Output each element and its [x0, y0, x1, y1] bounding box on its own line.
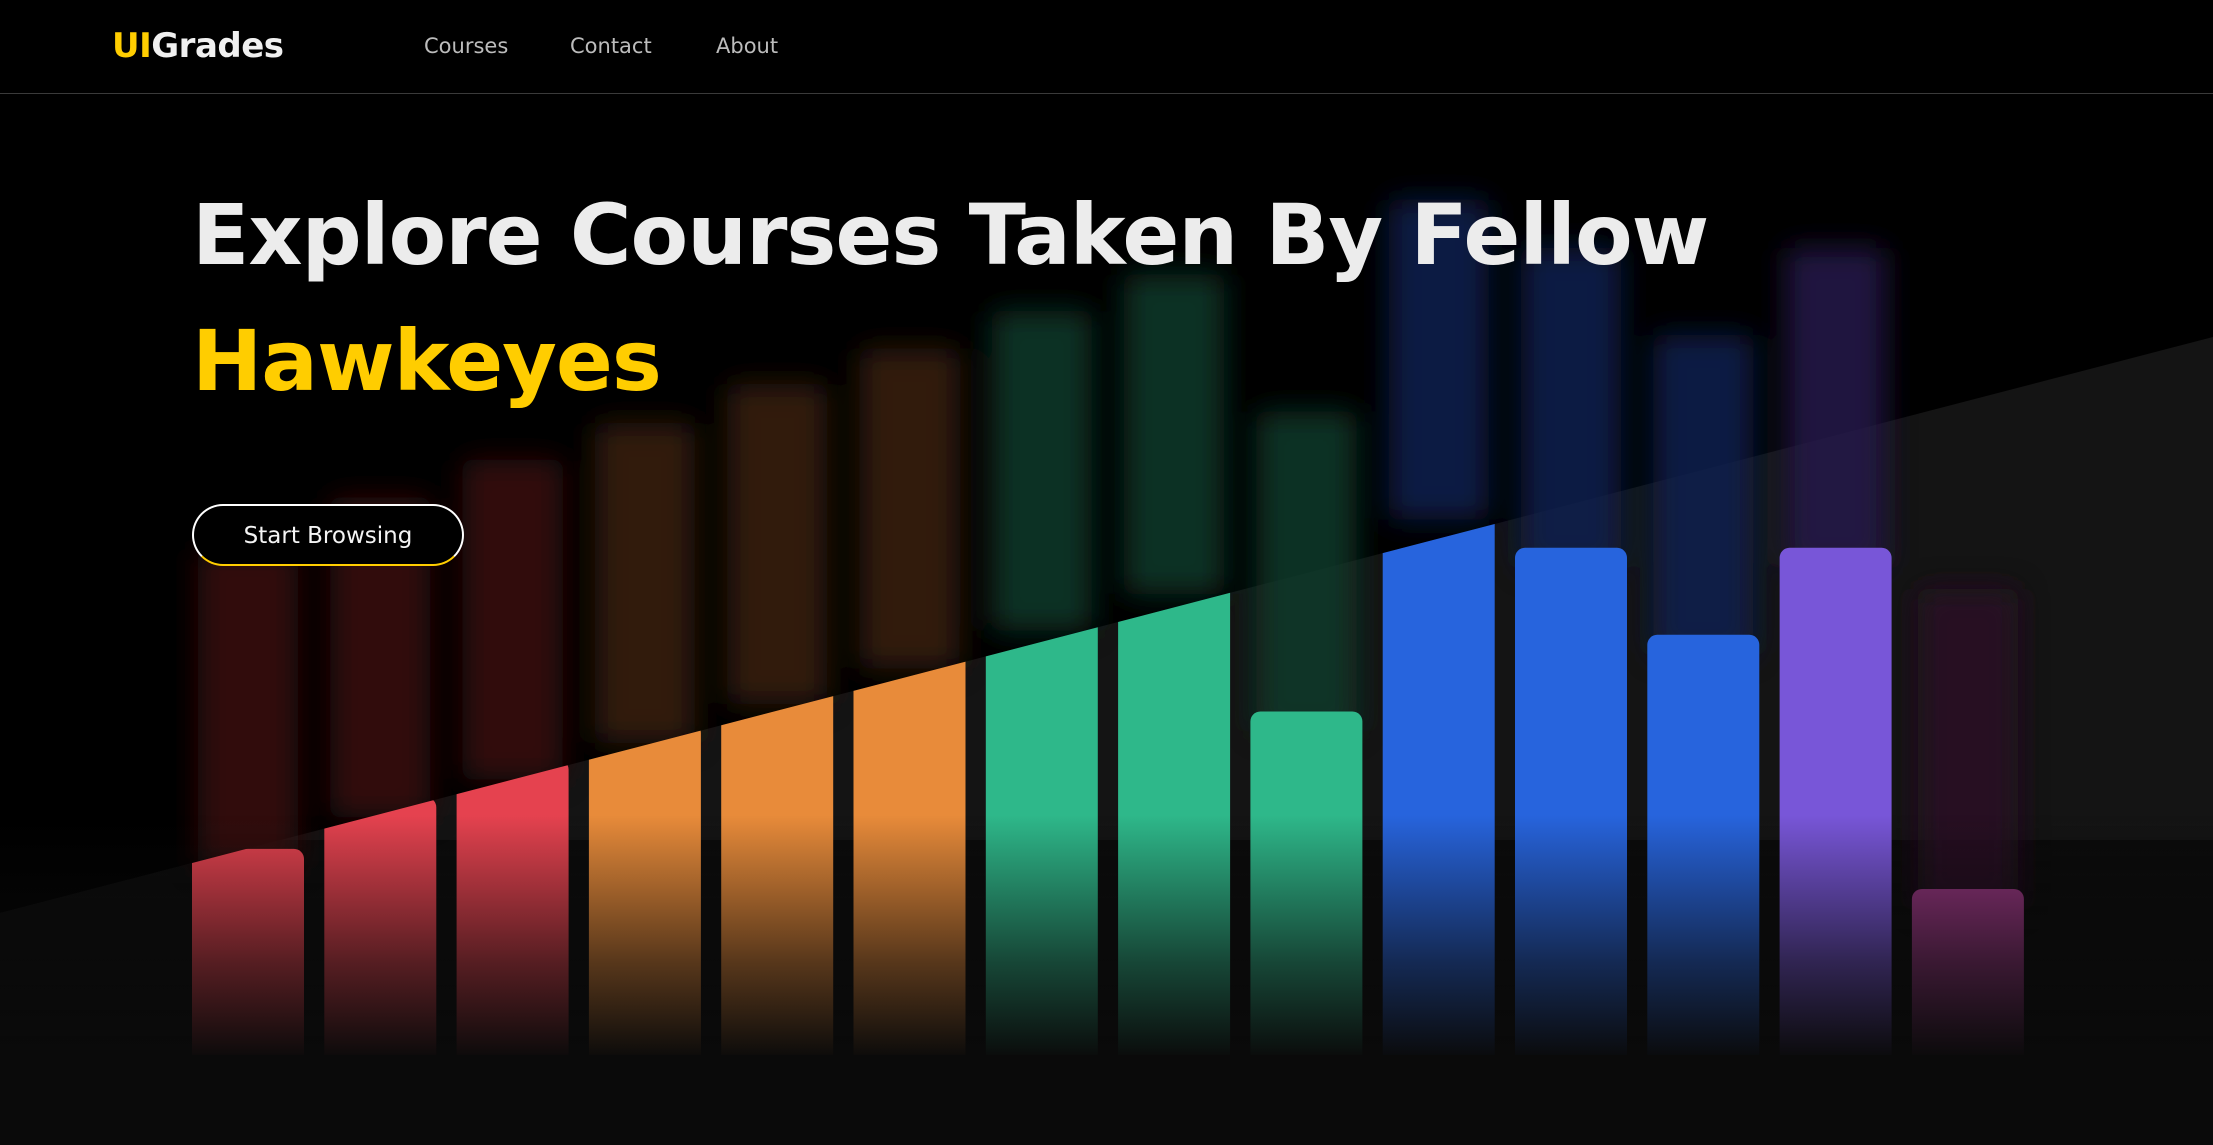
grade-bar-glow	[1256, 411, 1357, 732]
grade-bar-glow	[462, 459, 563, 780]
grade-bar-glow	[727, 384, 828, 705]
logo-accent: UI	[112, 26, 152, 66]
grade-bar-glow	[1785, 247, 1886, 568]
logo-text: Grades	[151, 26, 284, 66]
nav-contact-link[interactable]: Contact	[570, 34, 652, 58]
hero-heading-highlight: Hawkeyes	[192, 312, 662, 410]
start-browsing-button[interactable]: Start Browsing	[192, 504, 464, 566]
grade-bar-glow	[859, 348, 960, 669]
grade-bar-glow	[1521, 247, 1621, 568]
grade-bar-glow	[1124, 274, 1225, 595]
top-navbar: UIGrades Courses Contact About	[0, 0, 2213, 94]
grade-bars-illustration	[0, 199, 2213, 1145]
nav-courses-link[interactable]: Courses	[424, 34, 508, 58]
grade-bar-glow	[1653, 334, 1754, 655]
grade-bar-glow	[594, 422, 695, 743]
site-logo[interactable]: UIGrades	[112, 26, 284, 66]
nav-about-link[interactable]: About	[716, 34, 778, 58]
grade-bar-glow	[991, 310, 1092, 631]
hero-heading: Explore Courses Taken By Fellow	[192, 186, 1709, 284]
bars-fade	[0, 815, 2213, 1060]
landing-page: UIGrades Courses Contact About Explore C…	[0, 0, 2213, 1145]
